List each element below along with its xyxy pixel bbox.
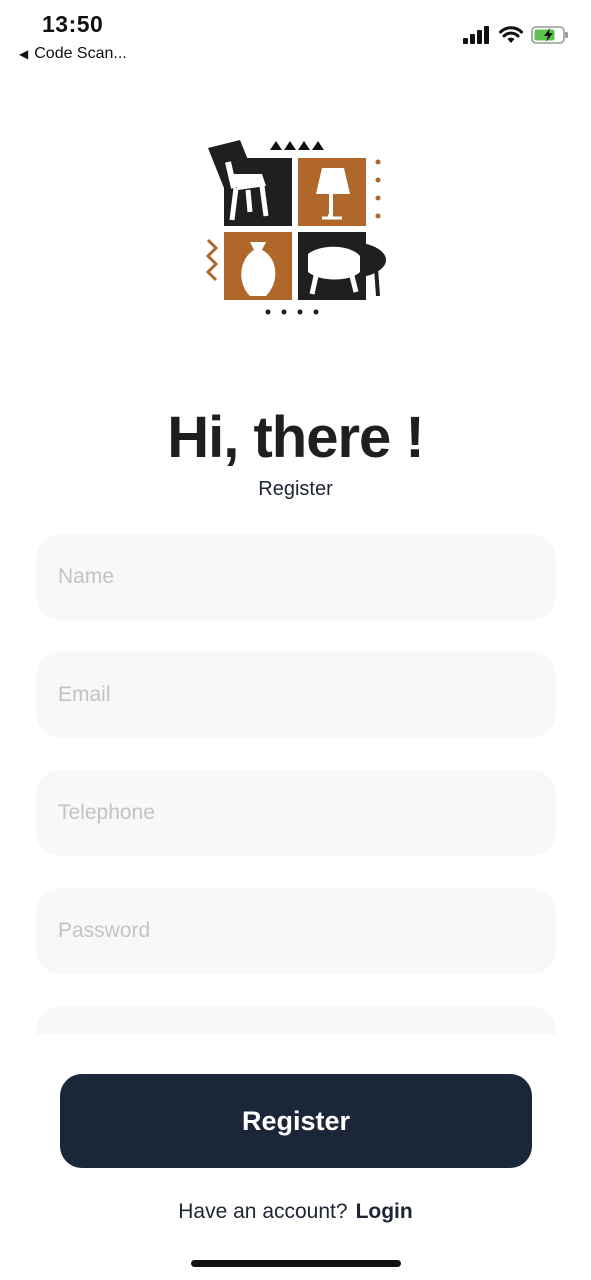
status-icons xyxy=(463,25,569,45)
register-button[interactable]: Register xyxy=(60,1074,532,1168)
telephone-field[interactable] xyxy=(36,770,556,856)
signal-icon xyxy=(463,26,489,44)
name-field[interactable] xyxy=(36,534,556,620)
furniture-logo xyxy=(205,140,386,315)
battery-charging-icon xyxy=(531,26,568,44)
home-indicator[interactable] xyxy=(191,1260,401,1267)
register-form[interactable] xyxy=(36,534,556,1034)
page-title: Hi, there ! xyxy=(167,405,425,470)
wifi-icon xyxy=(499,26,523,43)
login-link[interactable]: Login xyxy=(356,1200,413,1223)
password-field[interactable] xyxy=(36,888,556,974)
back-app-label: Code Scan... xyxy=(34,45,127,62)
back-to-app-link[interactable]: ◀ Code Scan... xyxy=(19,45,127,63)
page-subtitle: Register xyxy=(258,478,333,500)
login-prompt: Have an account? Login xyxy=(0,1200,591,1224)
email-field[interactable] xyxy=(36,652,556,738)
confirm-field[interactable] xyxy=(36,1006,556,1034)
status-time: 13:50 xyxy=(42,11,104,37)
back-arrow-icon: ◀ xyxy=(19,47,29,61)
login-prompt-text: Have an account? xyxy=(178,1200,348,1223)
